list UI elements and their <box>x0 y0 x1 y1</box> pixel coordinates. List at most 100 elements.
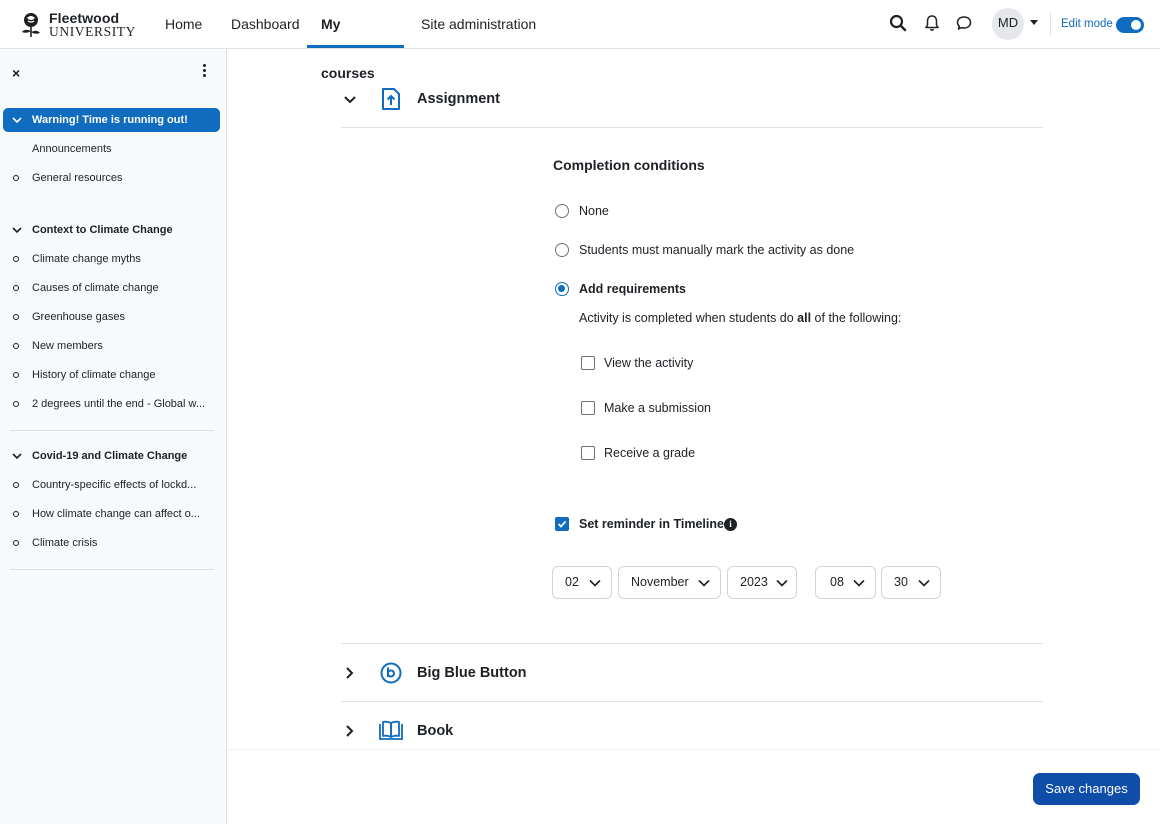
activity-title-book[interactable]: Book <box>417 723 453 739</box>
drawer-item-label: 2 degrees until the end - Global w... <box>32 398 206 410</box>
drawer-item-label: Announcements <box>32 143 112 155</box>
top-navbar: Fleetwood UNIVERSITY Home Dashboard My c… <box>0 0 1160 81</box>
help-text-start: Activity is completed when students do <box>579 311 798 325</box>
radio-none-label: None <box>579 204 609 218</box>
checkbox-make-submission-label: Make a submission <box>604 401 711 415</box>
chevron-right-icon[interactable] <box>345 666 355 680</box>
drawer-item[interactable]: Announcements <box>10 137 215 161</box>
book-icon <box>379 720 403 740</box>
drawer-item[interactable]: History of climate change <box>10 363 215 387</box>
day-value: 02 <box>565 575 579 589</box>
toggle-knob <box>1131 20 1141 30</box>
nav-site-administration[interactable]: Site administration <box>421 0 536 48</box>
divider <box>341 701 1043 702</box>
drawer-item-label: Country-specific effects of lockd... <box>32 479 197 491</box>
chevron-down-icon <box>12 453 22 460</box>
divider <box>10 569 214 570</box>
drawer-item[interactable]: Climate change myths <box>10 247 215 271</box>
drawer-item[interactable]: Greenhouse gases <box>10 305 215 329</box>
sticky-footer <box>227 749 1160 824</box>
course-index-drawer: × Warning! Time is running out! Announce… <box>0 49 227 824</box>
kebab-menu-icon[interactable] <box>198 63 210 79</box>
drawer-item[interactable]: Causes of climate change <box>10 276 215 300</box>
help-text-emphasis: all <box>797 311 812 325</box>
radio-manual-mark-label: Students must manually mark the activity… <box>579 243 855 257</box>
circle-icon <box>13 511 19 517</box>
section-covid-19-and-climate-change[interactable]: Covid-19 and Climate Change <box>10 444 215 468</box>
radio-manual-mark[interactable] <box>555 243 569 257</box>
completion-conditions-heading: Completion conditions <box>553 157 705 173</box>
user-avatar[interactable]: MD <box>992 8 1024 40</box>
divider <box>341 127 1043 128</box>
bigbluebutton-icon <box>380 662 402 684</box>
info-icon[interactable]: i <box>724 518 737 531</box>
chevron-down-icon <box>12 227 22 234</box>
month-select[interactable]: November <box>618 566 721 599</box>
circle-icon <box>13 175 19 181</box>
drawer-item[interactable]: Climate crisis <box>10 531 215 555</box>
chevron-down-icon <box>12 117 22 124</box>
assignment-upload-icon <box>382 88 400 110</box>
section-title: Covid-19 and Climate Change <box>32 450 188 462</box>
checkbox-view-activity-label: View the activity <box>604 356 694 370</box>
day-select[interactable]: 02 <box>552 566 612 599</box>
drawer-item[interactable]: General resources <box>10 166 215 190</box>
month-value: November <box>631 575 689 589</box>
drawer-item-label: Climate change myths <box>32 253 141 265</box>
circle-icon <box>13 285 19 291</box>
edit-mode-label: Edit mode <box>1061 18 1113 30</box>
section-warning[interactable]: Warning! Time is running out! <box>3 108 220 132</box>
drawer-item[interactable]: 2 degrees until the end - Global w... <box>10 392 215 416</box>
minute-select[interactable]: 30 <box>881 566 941 599</box>
chevron-down-icon[interactable] <box>1030 20 1038 25</box>
chevron-down-icon <box>776 579 788 587</box>
activity-title-big-blue-button[interactable]: Big Blue Button <box>417 665 527 681</box>
divider <box>341 643 1043 644</box>
drawer-item-label: How climate change can affect o... <box>32 508 200 520</box>
drawer-item-label: Causes of climate change <box>32 282 159 294</box>
circle-icon <box>13 401 19 407</box>
checkbox-receive-grade-label: Receive a grade <box>604 446 696 460</box>
nav-my-courses[interactable]: My courses <box>307 0 404 81</box>
nav-home[interactable]: Home <box>165 0 202 48</box>
checkbox-set-reminder[interactable] <box>555 517 569 531</box>
circle-icon <box>13 256 19 262</box>
chat-icon[interactable] <box>955 14 975 34</box>
brand-subtitle: UNIVERSITY <box>49 24 136 39</box>
drawer-item[interactable]: Country-specific effects of lockd... <box>10 473 215 497</box>
chevron-down-icon <box>589 579 601 587</box>
checkbox-view-activity[interactable] <box>581 356 595 370</box>
checkbox-make-submission[interactable] <box>581 401 595 415</box>
drawer-item-label: General resources <box>32 172 123 184</box>
section-context-to-climate-change[interactable]: Context to Climate Change <box>10 218 215 242</box>
edit-mode-toggle[interactable] <box>1116 17 1144 33</box>
set-reminder-label: Set reminder in Timeline <box>579 517 724 531</box>
drawer-item-label: Climate crisis <box>32 537 98 549</box>
drawer-item-label: New members <box>32 340 103 352</box>
checkbox-receive-grade[interactable] <box>581 446 595 460</box>
save-changes-button[interactable]: Save changes <box>1033 773 1140 805</box>
bell-icon[interactable] <box>923 14 943 34</box>
chevron-down-icon[interactable] <box>343 95 357 105</box>
drawer-item[interactable]: New members <box>10 334 215 358</box>
minute-value: 30 <box>894 575 908 589</box>
section-title: Warning! Time is running out! <box>32 114 188 126</box>
radio-add-requirements-label: Add requirements <box>579 282 686 296</box>
brand-logo[interactable]: Fleetwood UNIVERSITY <box>17 9 135 39</box>
radio-none[interactable] <box>555 204 569 218</box>
nav-dashboard[interactable]: Dashboard <box>231 0 300 48</box>
hour-select[interactable]: 08 <box>815 566 876 599</box>
year-value: 2023 <box>740 575 768 589</box>
section-title: Context to Climate Change <box>32 224 173 236</box>
hour-value: 08 <box>830 575 844 589</box>
activity-title-assignment[interactable]: Assignment <box>417 91 500 107</box>
year-select[interactable]: 2023 <box>727 566 797 599</box>
radio-add-requirements[interactable] <box>555 282 569 296</box>
close-drawer-button[interactable]: × <box>12 65 20 81</box>
chevron-down-icon <box>698 579 710 587</box>
chevron-right-icon[interactable] <box>345 724 355 738</box>
circle-icon <box>13 482 19 488</box>
circle-icon <box>13 343 19 349</box>
drawer-item[interactable]: How climate change can affect o... <box>10 502 215 526</box>
search-icon[interactable] <box>889 14 909 34</box>
